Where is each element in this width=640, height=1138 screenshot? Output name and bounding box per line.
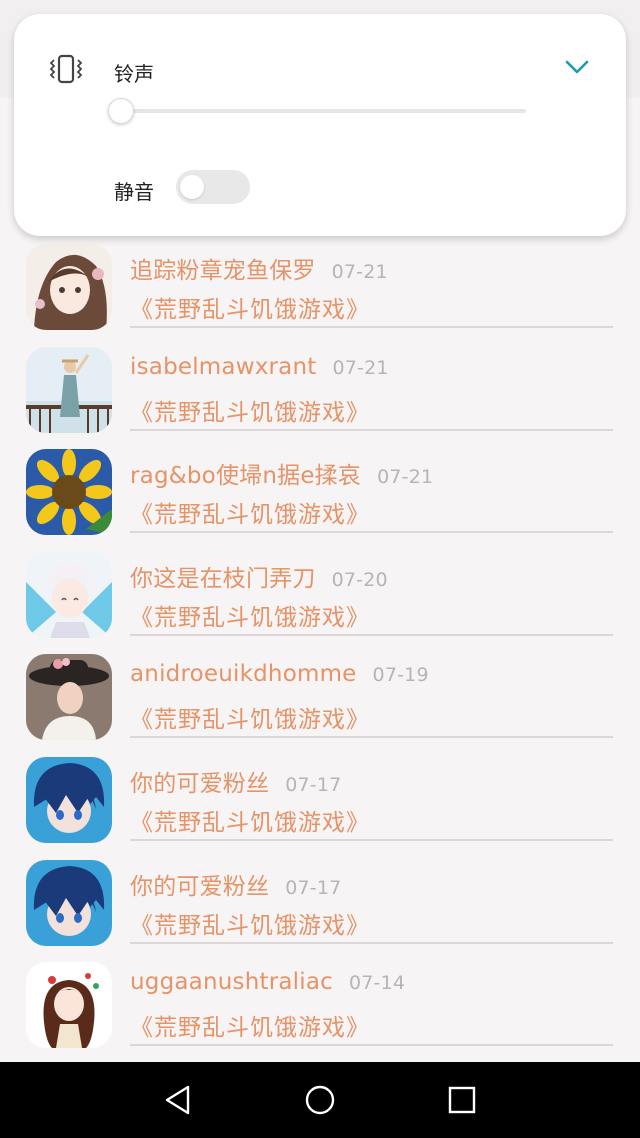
avatar[interactable] — [26, 654, 112, 741]
ringtone-label: 铃声 — [114, 62, 154, 86]
avatar[interactable] — [26, 756, 112, 843]
list-item[interactable]: 你这是在枝门弄刀 07-20 《荒野乱斗饥饿游戏》 — [0, 546, 640, 649]
message-date: 07-21 — [332, 356, 389, 379]
message-name: 你这是在枝门弄刀 07-20 — [130, 565, 388, 592]
avatar[interactable] — [26, 346, 112, 433]
message-date: 07-21 — [377, 466, 434, 489]
divider — [130, 736, 613, 739]
mute-toggle-knob — [180, 175, 204, 199]
list-item[interactable]: rag&bo使埽n据e揉哀 07-21 《荒野乱斗饥饿游戏》 — [0, 443, 640, 546]
message-name: rag&bo使埽n据e揉哀 07-21 — [130, 463, 434, 490]
navigation-bar — [0, 1062, 640, 1138]
list-item[interactable]: 你的可爱粉丝 07-17 《荒野乱斗饥饿游戏》 — [0, 854, 640, 957]
chevron-down-icon[interactable] — [564, 58, 590, 76]
mute-label: 静音 — [114, 180, 154, 204]
list-item[interactable]: isabelmawxrant 07-21 《荒野乱斗饥饿游戏》 — [0, 341, 640, 444]
vibrate-icon[interactable] — [46, 54, 86, 84]
volume-panel: 铃声 静音 — [14, 14, 626, 236]
message-game: 《荒野乱斗饥饿游戏》 — [130, 707, 370, 734]
recents-icon[interactable] — [444, 1082, 480, 1118]
divider — [130, 1044, 613, 1047]
avatar[interactable] — [26, 962, 112, 1049]
avatar[interactable] — [26, 449, 112, 536]
message-name: anidroeuikdhomme 07-19 — [130, 661, 429, 688]
message-game: 《荒野乱斗饥饿游戏》 — [130, 297, 370, 323]
message-game: 《荒野乱斗饥饿游戏》 — [130, 604, 370, 631]
avatar[interactable] — [26, 859, 112, 946]
avatar[interactable] — [26, 551, 112, 638]
message-game: 《荒野乱斗饥饿游戏》 — [130, 1015, 370, 1042]
message-name: isabelmawxrant 07-21 — [130, 353, 389, 380]
list-item[interactable]: anidroeuikdhomme 07-19 《荒野乱斗饥饿游戏》 — [0, 648, 640, 751]
message-date: 07-21 — [331, 261, 388, 283]
mute-toggle[interactable] — [176, 170, 250, 204]
ringtone-volume-slider[interactable] — [108, 98, 134, 124]
message-game: 《荒野乱斗饥饿游戏》 — [130, 399, 370, 426]
message-date: 07-17 — [285, 773, 342, 796]
list-item[interactable]: 追踪粉章宠鱼保罗 07-21 《荒野乱斗饥饿游戏》 — [0, 238, 640, 341]
ringtone-volume-track[interactable] — [120, 109, 526, 113]
list-item[interactable]: 你的可爱粉丝 07-17 《荒野乱斗饥饿游戏》 — [0, 751, 640, 854]
message-name: uggaanushtraliac 07-14 — [130, 969, 406, 996]
message-name: 你的可爱粉丝 07-17 — [130, 873, 342, 900]
divider — [130, 428, 613, 431]
message-date: 07-17 — [285, 876, 342, 899]
message-date: 07-14 — [348, 972, 406, 995]
message-date: 07-20 — [331, 568, 388, 591]
divider — [130, 326, 613, 328]
avatar[interactable] — [26, 244, 112, 330]
home-icon[interactable] — [302, 1082, 338, 1118]
message-name: 追踪粉章宠鱼保罗 07-21 — [130, 258, 388, 284]
message-game: 《荒野乱斗饥饿游戏》 — [130, 809, 370, 836]
divider — [130, 633, 613, 636]
message-list: 追踪粉章宠鱼保罗 07-21 《荒野乱斗饥饿游戏》 isabelmawxrant 0… — [0, 238, 640, 1059]
divider — [130, 531, 613, 534]
message-date: 07-19 — [372, 664, 429, 687]
list-item[interactable]: uggaanushtraliac 07-14 《荒野乱斗饥饿游戏》 — [0, 956, 640, 1059]
divider — [130, 838, 613, 841]
divider — [130, 941, 613, 944]
back-icon[interactable] — [160, 1082, 196, 1118]
message-game: 《荒野乱斗饥饿游戏》 — [130, 912, 370, 939]
message-name: 你的可爱粉丝 07-17 — [130, 770, 342, 797]
message-game: 《荒野乱斗饥饿游戏》 — [130, 502, 370, 529]
